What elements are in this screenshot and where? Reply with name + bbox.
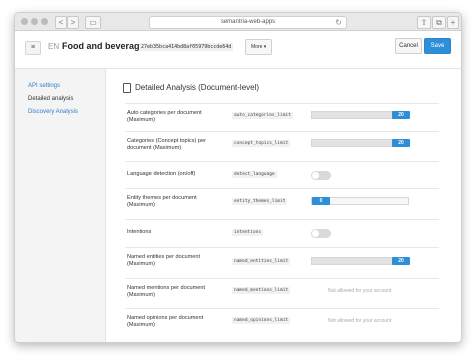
document-icon — [123, 83, 131, 93]
share-icon[interactable]: ⇧ — [417, 16, 431, 29]
setting-key: auto_categories_limit — [232, 112, 293, 119]
menu-icon[interactable]: ≡ — [25, 41, 41, 55]
browser-toolbar: < > ▭ semantria-web-apps ↻ ⇧ ⧉ + — [15, 13, 461, 31]
setting-key: named_mentions_limit — [232, 287, 291, 294]
limit-slider[interactable]: 0 — [311, 197, 409, 205]
setting-label: Language detection (on/off) — [127, 171, 196, 177]
setting-label: Named mentions per document (Maximum) — [127, 285, 206, 298]
cancel-button[interactable]: Cancel — [395, 38, 422, 54]
limit-slider[interactable]: 20 — [311, 139, 410, 147]
sidebar: API settings Detailed analysis Discovery… — [15, 69, 106, 342]
setting-label: Named opinions per document (Maximum) — [127, 315, 204, 328]
main-content: Detailed Analysis (Document-level) Auto … — [106, 69, 461, 342]
setting-label: Entity themes per document (Maximum) — [127, 195, 197, 208]
reload-icon[interactable]: ↻ — [335, 17, 342, 28]
api-key: 27eb35bca414bd8af05979bccde64d — [139, 43, 234, 51]
setting-key: concept_topics_limit — [232, 140, 291, 147]
sidebar-item-discovery-analysis[interactable]: Discovery Analysis — [28, 109, 78, 115]
slider-handle[interactable]: 20 — [392, 257, 410, 265]
browser-window: < > ▭ semantria-web-apps ↻ ⇧ ⧉ + ≡ EN Fo… — [14, 12, 462, 343]
new-tab-icon[interactable]: + — [447, 16, 459, 29]
more-label: More — [251, 44, 263, 50]
setting-label: Named entities per document (Maximum) — [127, 254, 201, 267]
language-code: EN — [48, 42, 60, 51]
slider-handle[interactable]: 0 — [312, 197, 330, 205]
not-allowed-note: Not allowed for your account — [328, 318, 392, 324]
intentions-toggle[interactable] — [311, 229, 331, 238]
detect-language-toggle[interactable] — [311, 171, 331, 180]
sidebar-item-detailed-analysis[interactable]: Detailed analysis — [28, 96, 73, 102]
limit-slider[interactable]: 20 — [311, 111, 410, 119]
setting-row: Auto categories per document (Maximum) a… — [125, 103, 439, 132]
forward-button[interactable]: > — [67, 16, 79, 29]
sidebar-item-api-settings[interactable]: API settings — [28, 83, 60, 89]
app-header: ≡ EN Food and beverage 27eb35bca414bd8af… — [15, 31, 461, 69]
back-button[interactable]: < — [55, 16, 67, 29]
setting-label: Intentions — [127, 229, 152, 235]
setting-key: intentions — [232, 229, 264, 236]
maximize-window-icon[interactable] — [41, 18, 48, 25]
address-bar[interactable]: semantria-web-apps ↻ — [149, 16, 347, 29]
minimize-window-icon[interactable] — [31, 18, 38, 25]
setting-row: Named mentions per document (Maximum) na… — [125, 278, 439, 309]
setting-key: entity_themes_limit — [232, 198, 288, 205]
section-title: Detailed Analysis (Document-level) — [135, 83, 260, 92]
slider-handle[interactable]: 20 — [392, 111, 410, 119]
setting-row: Intentions intentions — [125, 219, 439, 248]
more-dropdown[interactable]: More ▾ — [245, 39, 273, 55]
slider-handle[interactable]: 20 — [392, 139, 410, 147]
setting-row: Entity themes per document (Maximum) ent… — [125, 188, 439, 220]
limit-slider[interactable]: 20 — [311, 257, 410, 265]
setting-row: Categories (Concept topics) per document… — [125, 131, 439, 162]
setting-row: Named opinions per document (Maximum) na… — [125, 308, 439, 339]
setting-key: detect_language — [232, 171, 277, 178]
page-title: Food and beverage — [62, 41, 145, 51]
setting-label: Auto categories per document (Maximum) — [127, 110, 202, 123]
setting-key: named_entities_limit — [232, 258, 291, 265]
toggle-knob — [312, 172, 319, 179]
setting-row: Language detection (on/off) detect_langu… — [125, 161, 439, 189]
chevron-down-icon: ▾ — [263, 44, 267, 50]
not-allowed-note: Not allowed for your account — [328, 288, 392, 294]
toggle-knob — [312, 230, 319, 237]
sidebar-toggle-icon[interactable]: ▭ — [85, 16, 101, 29]
setting-label: Categories (Concept topics) per document… — [127, 138, 206, 151]
setting-row: Named entities per document (Maximum) na… — [125, 247, 439, 279]
address-text: semantria-web-apps — [220, 19, 276, 25]
tabs-icon[interactable]: ⧉ — [432, 16, 446, 29]
close-window-icon[interactable] — [21, 18, 28, 25]
save-button[interactable]: Save — [424, 38, 451, 54]
setting-key: named_opinions_limit — [232, 317, 291, 324]
